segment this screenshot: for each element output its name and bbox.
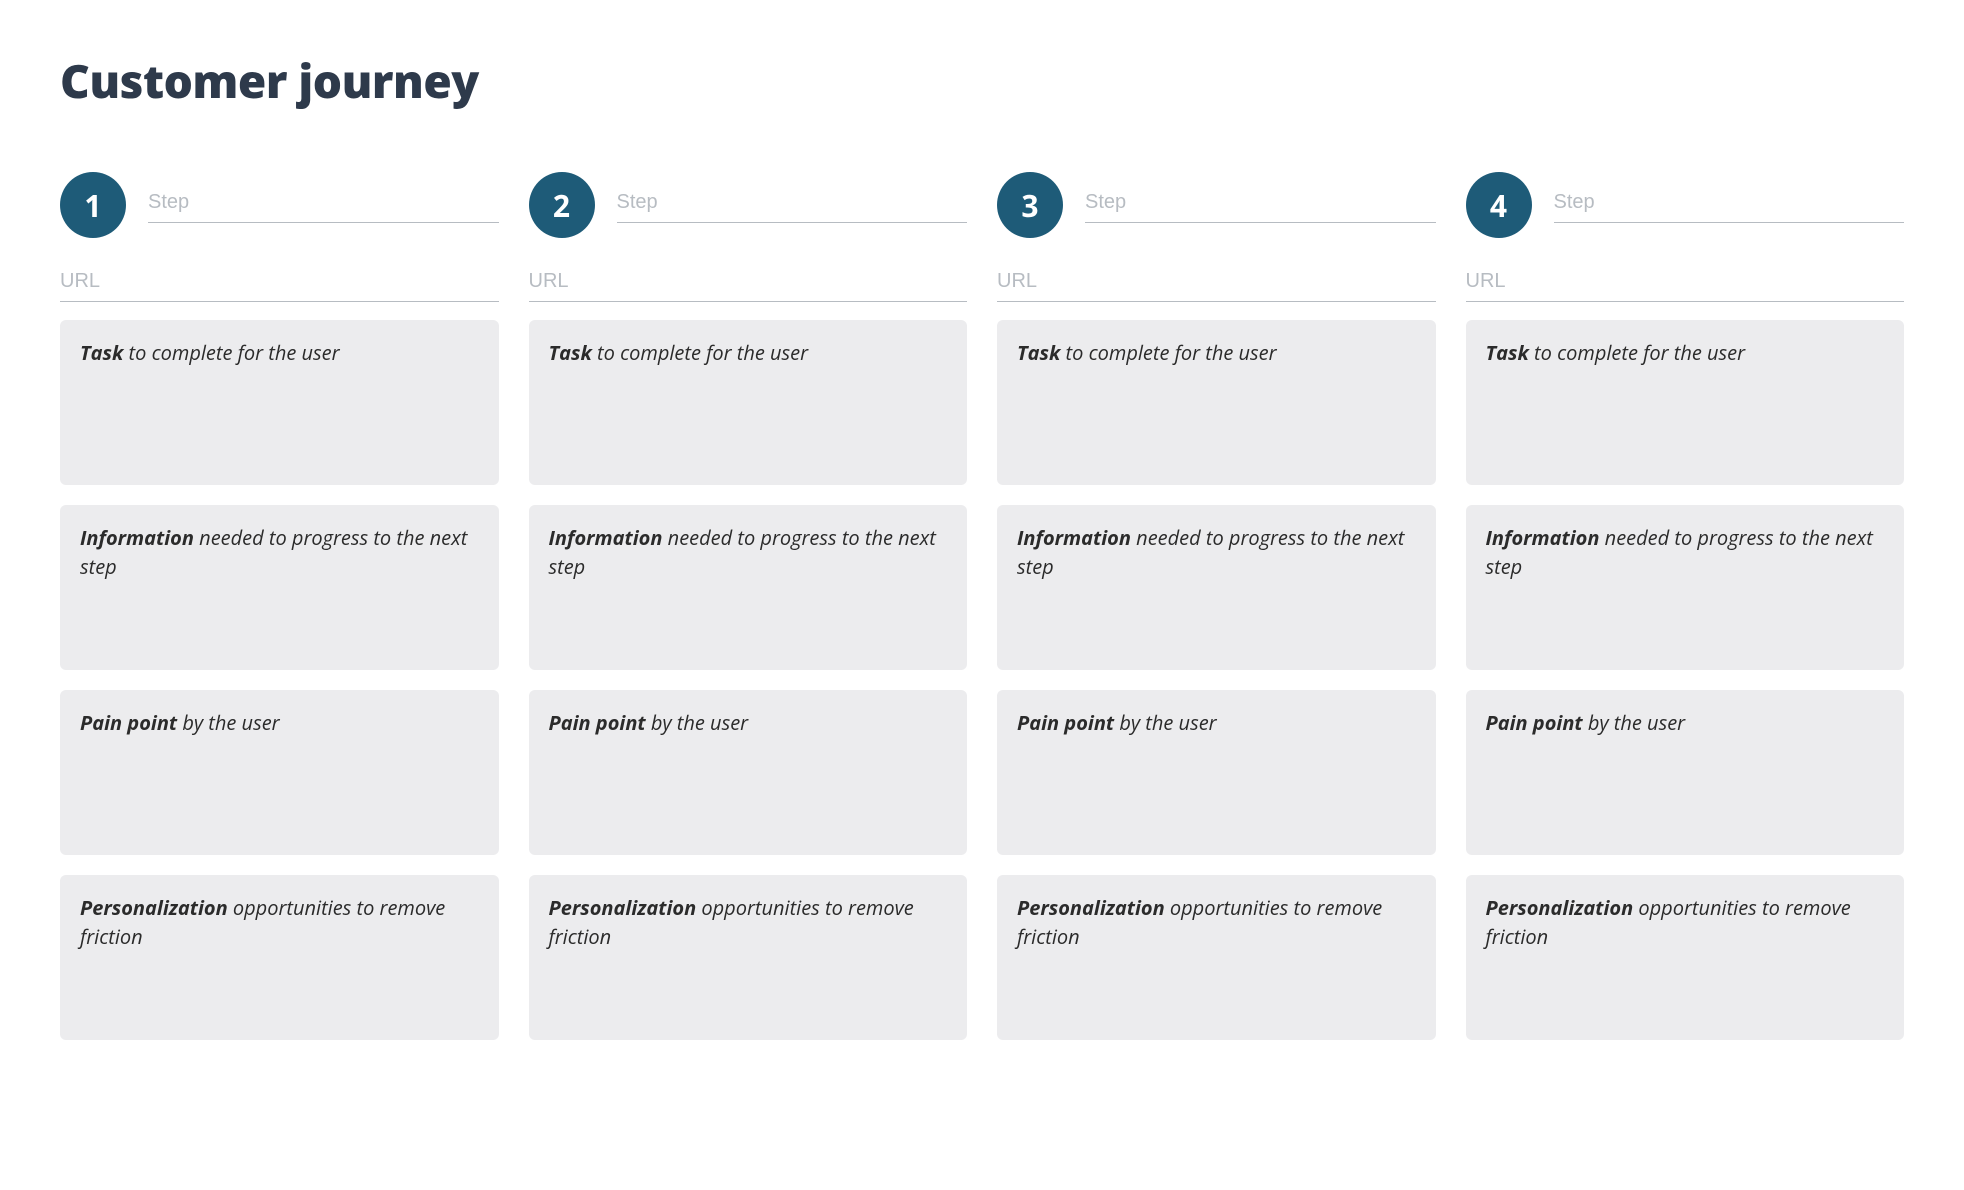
step-number-badge: 4 <box>1466 172 1532 238</box>
personalization-card[interactable]: Personalization opportunities to remove … <box>997 875 1436 1040</box>
task-card[interactable]: Task to complete for the user <box>997 320 1436 485</box>
information-card[interactable]: Information needed to progress to the ne… <box>60 505 499 670</box>
task-label: Task <box>80 339 123 366</box>
painpoint-card[interactable]: Pain point by the user <box>1466 690 1905 855</box>
painpoint-label: Pain point <box>1486 709 1583 736</box>
task-label: Task <box>1486 339 1529 366</box>
step-header: 3 <box>997 172 1436 238</box>
information-label: Information <box>1017 524 1131 551</box>
journey-step-4: 4 Task to complete for the user Informat… <box>1466 172 1905 1060</box>
page-title: Customer journey <box>60 50 1904 112</box>
painpoint-label: Pain point <box>80 709 177 736</box>
step-number-badge: 2 <box>529 172 595 238</box>
painpoint-label: Pain point <box>1017 709 1114 736</box>
personalization-label: Personalization <box>1017 894 1165 921</box>
step-number-badge: 1 <box>60 172 126 238</box>
information-label: Information <box>80 524 194 551</box>
task-text: to complete for the user <box>1060 339 1276 366</box>
step-url-input[interactable] <box>997 266 1436 302</box>
personalization-card[interactable]: Personalization opportunities to remove … <box>529 875 968 1040</box>
personalization-label: Personalization <box>80 894 228 921</box>
task-text: to complete for the user <box>592 339 808 366</box>
painpoint-text: by the user <box>1583 709 1685 736</box>
task-card[interactable]: Task to complete for the user <box>60 320 499 485</box>
personalization-card[interactable]: Personalization opportunities to remove … <box>1466 875 1905 1040</box>
customer-journey-template: Customer journey 1 Task to complete for … <box>0 0 1964 1120</box>
information-card[interactable]: Information needed to progress to the ne… <box>529 505 968 670</box>
painpoint-text: by the user <box>646 709 748 736</box>
step-name-input[interactable] <box>617 187 968 223</box>
task-label: Task <box>1017 339 1060 366</box>
painpoint-text: by the user <box>177 709 279 736</box>
painpoint-card[interactable]: Pain point by the user <box>997 690 1436 855</box>
step-header: 2 <box>529 172 968 238</box>
step-url-input[interactable] <box>529 266 968 302</box>
task-text: to complete for the user <box>123 339 339 366</box>
step-header: 1 <box>60 172 499 238</box>
painpoint-card[interactable]: Pain point by the user <box>60 690 499 855</box>
task-card[interactable]: Task to complete for the user <box>529 320 968 485</box>
personalization-card[interactable]: Personalization opportunities to remove … <box>60 875 499 1040</box>
information-label: Information <box>549 524 663 551</box>
painpoint-label: Pain point <box>549 709 646 736</box>
step-name-input[interactable] <box>1085 187 1436 223</box>
task-text: to complete for the user <box>1529 339 1745 366</box>
step-name-input[interactable] <box>148 187 499 223</box>
step-url-input[interactable] <box>1466 266 1905 302</box>
painpoint-text: by the user <box>1114 709 1216 736</box>
step-url-input[interactable] <box>60 266 499 302</box>
personalization-label: Personalization <box>549 894 697 921</box>
information-card[interactable]: Information needed to progress to the ne… <box>1466 505 1905 670</box>
task-card[interactable]: Task to complete for the user <box>1466 320 1905 485</box>
painpoint-card[interactable]: Pain point by the user <box>529 690 968 855</box>
step-header: 4 <box>1466 172 1905 238</box>
step-number-badge: 3 <box>997 172 1063 238</box>
information-label: Information <box>1486 524 1600 551</box>
step-name-input[interactable] <box>1554 187 1905 223</box>
information-card[interactable]: Information needed to progress to the ne… <box>997 505 1436 670</box>
journey-columns: 1 Task to complete for the user Informat… <box>60 172 1904 1060</box>
journey-step-2: 2 Task to complete for the user Informat… <box>529 172 968 1060</box>
journey-step-1: 1 Task to complete for the user Informat… <box>60 172 499 1060</box>
task-label: Task <box>549 339 592 366</box>
personalization-label: Personalization <box>1486 894 1634 921</box>
journey-step-3: 3 Task to complete for the user Informat… <box>997 172 1436 1060</box>
